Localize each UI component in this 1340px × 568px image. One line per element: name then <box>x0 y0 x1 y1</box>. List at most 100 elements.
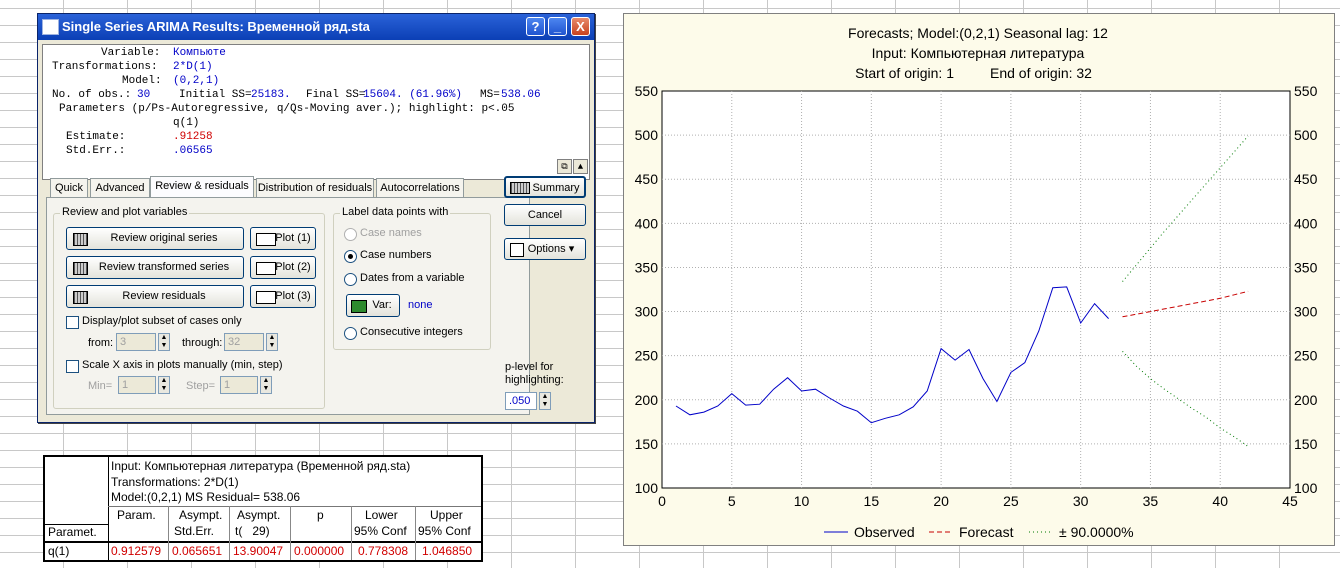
dialog-title: Single Series ARIMA Results: Временной р… <box>62 19 370 34</box>
forecast-chart-window[interactable]: Forecasts; Model:(0,2,1) Seasonal lag: 1… <box>623 13 1335 546</box>
y-tick-label-right: 250 <box>1294 348 1318 364</box>
col-stderr-1: Asympt. <box>179 508 223 522</box>
tab-autocorrelations[interactable]: Autocorrelations <box>376 178 464 197</box>
through-input[interactable]: 32 <box>224 333 264 351</box>
legend-label: Observed <box>854 524 915 540</box>
col-upper-2: 95% Conf <box>418 524 471 538</box>
label-points-group: Label data points with Case names Case n… <box>333 206 491 350</box>
cancel-button[interactable]: Cancel <box>504 204 586 226</box>
case-names-label: Case names <box>360 227 422 239</box>
case-numbers-label: Case numbers <box>360 249 432 261</box>
x-tick-label: 25 <box>1003 493 1019 509</box>
var-button[interactable]: Var: <box>346 294 400 317</box>
review-plot-group: Review and plot variables Review origina… <box>53 206 325 409</box>
y-tick-label-left: 450 <box>635 171 659 187</box>
from-input[interactable]: 3 <box>116 333 156 351</box>
initial-ss-value: 25183. <box>251 89 291 101</box>
subset-checkbox[interactable] <box>66 316 79 329</box>
variable-label: Variable: <box>101 47 161 59</box>
y-tick-label-left: 200 <box>635 392 659 408</box>
y-tick-label-right: 500 <box>1294 127 1318 143</box>
chart-app-icon <box>42 19 59 35</box>
plevel-input[interactable]: .050 <box>505 392 537 410</box>
copy-icon[interactable]: ⧉ <box>557 159 572 174</box>
legend-label: ± 90.0000% <box>1059 524 1134 540</box>
consecutive-label: Consecutive integers <box>360 326 463 338</box>
col-lower-1: Lower <box>365 508 398 522</box>
label-points-group-title: Label data points with <box>340 206 451 218</box>
tab-quick[interactable]: Quick <box>50 178 88 197</box>
y-tick-label-left: 500 <box>635 127 659 143</box>
col-param: Param. <box>117 508 156 522</box>
review-transformed-button[interactable]: Review transformed series <box>66 256 244 279</box>
x-tick-label: 40 <box>1212 493 1228 509</box>
final-ss-label: Final SS= <box>306 89 366 101</box>
options-button[interactable]: Options ▾ <box>504 238 586 260</box>
plot-area <box>661 90 1291 489</box>
plot-2-button[interactable]: Plot (2) <box>250 256 316 279</box>
y-tick-label-left: 350 <box>635 259 659 275</box>
tab-distribution-residuals[interactable]: Distribution of residuals <box>256 178 374 197</box>
review-original-button[interactable]: Review original series <box>66 227 244 250</box>
dates-radio[interactable] <box>344 273 357 286</box>
close-button[interactable]: X <box>571 17 590 36</box>
plot-3-button[interactable]: Plot (3) <box>250 285 316 308</box>
y-tick-label-left: 300 <box>635 304 659 320</box>
step-input[interactable]: 1 <box>220 376 258 394</box>
tab-review-residuals[interactable]: Review & residuals <box>150 176 254 198</box>
y-tick-label-right: 550 <box>1294 83 1318 99</box>
grid-icon <box>73 291 88 304</box>
line-plot-icon <box>256 291 276 304</box>
review-plot-group-title: Review and plot variables <box>60 206 190 218</box>
model-label: Model: <box>122 75 162 87</box>
x-tick-label: 30 <box>1073 493 1089 509</box>
parameters-line: Parameters (p/Ps-Autoregressive, q/Qs-Mo… <box>59 103 515 115</box>
minimize-button[interactable]: _ <box>548 17 567 36</box>
line-plot-icon <box>256 233 276 246</box>
min-spinner[interactable]: ▲ ▼ <box>158 376 170 394</box>
through-label: through: <box>182 337 223 349</box>
grid-icon <box>73 233 88 246</box>
plevel-spinner[interactable]: ▲ ▼ <box>539 392 551 410</box>
case-names-radio[interactable] <box>344 228 357 241</box>
cell-param: 0.912579 <box>111 544 162 558</box>
results-table: Input: Компьютерная литература (Временно… <box>43 455 483 562</box>
chart-subtitle: Input: Компьютерная литература <box>872 45 1085 61</box>
estimate-value: .91258 <box>173 131 213 143</box>
step-label: Step= <box>186 380 216 392</box>
review-residuals-button[interactable]: Review residuals <box>66 285 244 308</box>
table-input-line: Input: Компьютерная литература (Временно… <box>111 459 411 473</box>
col-p: p <box>317 508 324 522</box>
table-transform-line: Transformations: 2*D(1) <box>111 475 239 489</box>
cell-upper: 1.046850 <box>422 544 473 558</box>
table-model-line: Model:(0,2,1) MS Residual= 538.06 <box>111 490 301 504</box>
legend-label: Forecast <box>959 524 1014 540</box>
x-tick-label: 20 <box>933 493 949 509</box>
step-spinner[interactable]: ▲ ▼ <box>260 376 272 394</box>
row-label: q(1) <box>48 544 70 558</box>
dialog-titlebar[interactable]: Single Series ARIMA Results: Временной р… <box>38 14 594 40</box>
collapse-up-icon[interactable]: ▲ <box>573 159 588 174</box>
results-output-pane[interactable]: Variable: Компьюте Transformations: 2*D(… <box>42 44 590 180</box>
col-t-2: t( 29) <box>235 524 270 538</box>
through-spinner[interactable]: ▲ ▼ <box>266 333 278 351</box>
col-lower-2: 95% Conf <box>354 524 407 538</box>
scale-x-checkbox[interactable] <box>66 360 79 373</box>
min-input[interactable]: 1 <box>118 376 156 394</box>
plot-1-button[interactable]: Plot (1) <box>250 227 316 250</box>
from-spinner[interactable]: ▲ ▼ <box>158 333 170 351</box>
scale-x-label: Scale X axis in plots manually (min, ste… <box>82 359 283 371</box>
summary-button[interactable]: Summary <box>504 176 586 198</box>
help-button[interactable]: ? <box>526 17 545 36</box>
consecutive-radio[interactable] <box>344 327 357 340</box>
col-upper-1: Upper <box>430 508 463 522</box>
x-tick-label: 10 <box>794 493 810 509</box>
case-numbers-radio[interactable] <box>344 250 357 263</box>
y-tick-label-right: 200 <box>1294 392 1318 408</box>
cell-p: 0.000000 <box>294 544 345 558</box>
ms-label: MS= <box>480 89 500 101</box>
x-tick-label: 5 <box>728 493 736 509</box>
cell-lower: 0.778308 <box>358 544 409 558</box>
tab-advanced[interactable]: Advanced <box>90 178 150 197</box>
x-tick-label: 35 <box>1143 493 1159 509</box>
